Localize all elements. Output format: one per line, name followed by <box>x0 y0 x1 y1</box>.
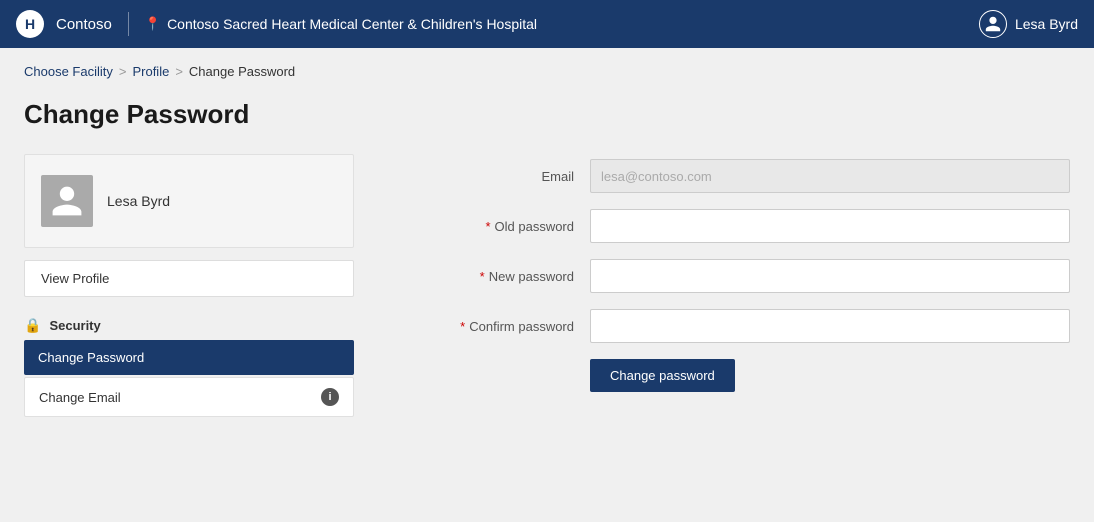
lock-icon: 🔒 <box>24 317 41 334</box>
user-card: Lesa Byrd <box>24 154 354 248</box>
new-password-input[interactable] <box>590 259 1070 293</box>
header-divider <box>128 12 129 36</box>
required-star-2: * <box>480 269 485 284</box>
header-user-name: Lesa Byrd <box>1015 16 1078 32</box>
avatar <box>41 175 93 227</box>
old-password-input[interactable] <box>590 209 1070 243</box>
security-section-header: 🔒 Security <box>24 309 354 340</box>
user-avatar-icon <box>979 10 1007 38</box>
breadcrumb: Choose Facility > Profile > Change Passw… <box>24 64 1070 79</box>
required-star: * <box>485 219 490 234</box>
header-facility: 📍 Contoso Sacred Heart Medical Center & … <box>145 16 537 32</box>
change-email-info-icon: i <box>321 388 339 406</box>
email-input[interactable] <box>590 159 1070 193</box>
email-row: Email <box>414 159 1070 193</box>
app-name: Contoso <box>56 16 112 33</box>
facility-name: Contoso Sacred Heart Medical Center & Ch… <box>167 16 537 32</box>
header-left: H Contoso 📍 Contoso Sacred Heart Medical… <box>16 10 537 38</box>
view-profile-button[interactable]: View Profile <box>24 260 354 297</box>
submit-row: Change password <box>414 359 1070 392</box>
sidebar-item-change-password[interactable]: Change Password <box>24 340 354 375</box>
required-star-3: * <box>460 319 465 334</box>
main-wrapper: Choose Facility > Profile > Change Passw… <box>0 48 1094 522</box>
header-right: Lesa Byrd <box>979 10 1078 38</box>
confirm-password-row: *Confirm password <box>414 309 1070 343</box>
security-label: Security <box>49 318 100 333</box>
confirm-password-input[interactable] <box>590 309 1070 343</box>
header: H Contoso 📍 Contoso Sacred Heart Medical… <box>0 0 1094 48</box>
breadcrumb-sep-1: > <box>119 64 127 79</box>
change-password-nav-label: Change Password <box>38 350 144 365</box>
breadcrumb-profile[interactable]: Profile <box>132 64 169 79</box>
new-password-row: *New password <box>414 259 1070 293</box>
breadcrumb-choose-facility[interactable]: Choose Facility <box>24 64 113 79</box>
old-password-row: *Old password <box>414 209 1070 243</box>
change-email-nav-label: Change Email <box>39 390 121 405</box>
change-password-button[interactable]: Change password <box>590 359 735 392</box>
breadcrumb-current: Change Password <box>189 64 295 79</box>
new-password-label: *New password <box>414 269 574 284</box>
old-password-label: *Old password <box>414 219 574 234</box>
sidebar: Change Password Lesa Byrd View Profile 🔒… <box>24 99 354 417</box>
confirm-password-label: *Confirm password <box>414 319 574 334</box>
form-area: Email *Old password *New password <box>414 99 1070 417</box>
sidebar-item-change-email[interactable]: Change Email i <box>24 377 354 417</box>
content-area: Change Password Lesa Byrd View Profile 🔒… <box>24 99 1070 417</box>
app-logo: H <box>16 10 44 38</box>
pin-icon: 📍 <box>145 16 161 32</box>
sidebar-user-name: Lesa Byrd <box>107 193 170 209</box>
email-label: Email <box>414 169 574 184</box>
page-title: Change Password <box>24 99 354 130</box>
breadcrumb-sep-2: > <box>175 64 183 79</box>
